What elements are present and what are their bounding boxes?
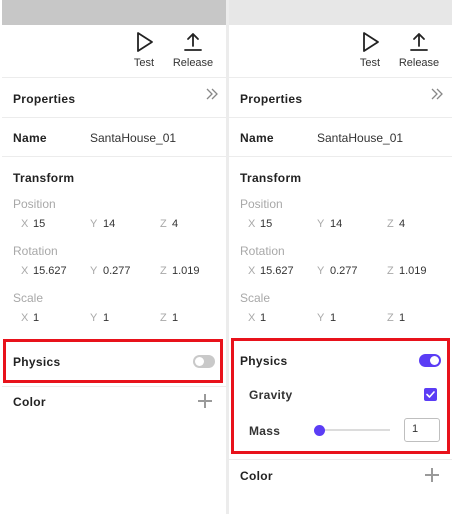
rotation-z-value[interactable]: 1.019 [399,265,439,277]
rotation-x-axis: X [21,265,29,277]
transform-title: Transform [240,171,302,185]
position-label: Position [13,197,56,211]
scale-y-axis: Y [90,312,98,324]
rotation-z-axis: Z [387,265,394,277]
position-x-value[interactable]: 15 [33,218,73,230]
rotation-z-axis: Z [160,265,167,277]
properties-title: Properties [240,92,303,106]
rotation-z-value[interactable]: 1.019 [172,265,212,277]
divider [229,77,452,78]
position-z-axis: Z [160,218,167,230]
properties-panel-right: Test Release Properties Name SantaHouse_… [229,0,452,514]
physics-title: Physics [13,355,61,369]
top-bar [2,0,226,25]
name-value[interactable]: SantaHouse_01 [90,131,176,145]
color-title: Color [13,395,46,409]
scale-y-value[interactable]: 1 [103,312,143,324]
mass-slider-track[interactable] [318,429,390,431]
color-title: Color [240,469,273,483]
test-button[interactable]: Test [119,31,169,69]
upload-icon [410,33,428,51]
divider [229,117,452,118]
rotation-y-axis: Y [90,265,98,277]
test-label: Test [133,57,155,69]
divider [229,156,452,157]
divider [2,77,226,78]
double-chevron-right-icon[interactable] [206,88,218,100]
rotation-x-value[interactable]: 15.627 [33,265,67,277]
position-x-axis: X [21,218,29,230]
double-chevron-right-icon[interactable] [431,88,443,100]
position-z-value[interactable]: 4 [172,218,212,230]
scale-label: Scale [240,291,271,305]
physics-title: Physics [240,354,288,368]
scale-z-axis: Z [387,312,394,324]
release-button[interactable]: Release [168,31,218,69]
position-x-value[interactable]: 15 [260,218,300,230]
position-z-value[interactable]: 4 [399,218,439,230]
scale-x-axis: X [248,312,256,324]
scale-z-axis: Z [160,312,167,324]
toggle-knob [430,356,439,365]
play-icon [137,32,153,52]
release-button[interactable]: Release [394,31,444,69]
release-label: Release [398,57,440,69]
mass-label: Mass [249,424,281,438]
position-z-axis: Z [387,218,394,230]
test-label: Test [359,57,381,69]
properties-panel-left: Test Release Properties Name SantaHouse_… [2,0,226,514]
name-label: Name [13,131,47,145]
test-button[interactable]: Test [345,31,395,69]
scale-z-value[interactable]: 1 [172,312,212,324]
name-value[interactable]: SantaHouse_01 [317,131,403,145]
scale-y-value[interactable]: 1 [330,312,370,324]
position-y-value[interactable]: 14 [103,218,143,230]
physics-toggle[interactable] [193,355,215,368]
divider [2,156,226,157]
scale-y-axis: Y [317,312,325,324]
check-icon [426,391,435,398]
transform-title: Transform [13,171,75,185]
scale-x-value[interactable]: 1 [260,312,300,324]
plus-icon[interactable] [198,394,212,408]
rotation-y-value[interactable]: 0.277 [103,265,143,277]
release-label: Release [172,57,214,69]
divider [2,117,226,118]
rotation-x-axis: X [248,265,256,277]
position-y-value[interactable]: 14 [330,218,370,230]
scale-x-value[interactable]: 1 [33,312,73,324]
position-y-axis: Y [317,218,325,230]
divider [229,459,452,460]
rotation-x-value[interactable]: 15.627 [260,265,294,277]
scale-label: Scale [13,291,44,305]
rotation-y-value[interactable]: 0.277 [330,265,370,277]
physics-toggle[interactable] [419,354,441,367]
gravity-checkbox[interactable] [424,388,437,401]
mass-slider-thumb[interactable] [314,425,325,436]
properties-title: Properties [13,92,76,106]
top-bar [229,0,452,25]
position-x-axis: X [248,218,256,230]
scale-z-value[interactable]: 1 [399,312,439,324]
scale-x-axis: X [21,312,29,324]
position-label: Position [240,197,283,211]
divider [2,386,226,387]
rotation-y-axis: Y [317,265,325,277]
plus-icon[interactable] [425,468,439,482]
toggle-knob [195,357,204,366]
mass-input[interactable]: 1 [404,418,440,442]
name-label: Name [240,131,274,145]
rotation-label: Rotation [240,244,285,258]
position-y-axis: Y [90,218,98,230]
rotation-label: Rotation [13,244,58,258]
upload-icon [184,33,202,51]
play-icon [363,32,379,52]
gravity-label: Gravity [249,388,293,402]
